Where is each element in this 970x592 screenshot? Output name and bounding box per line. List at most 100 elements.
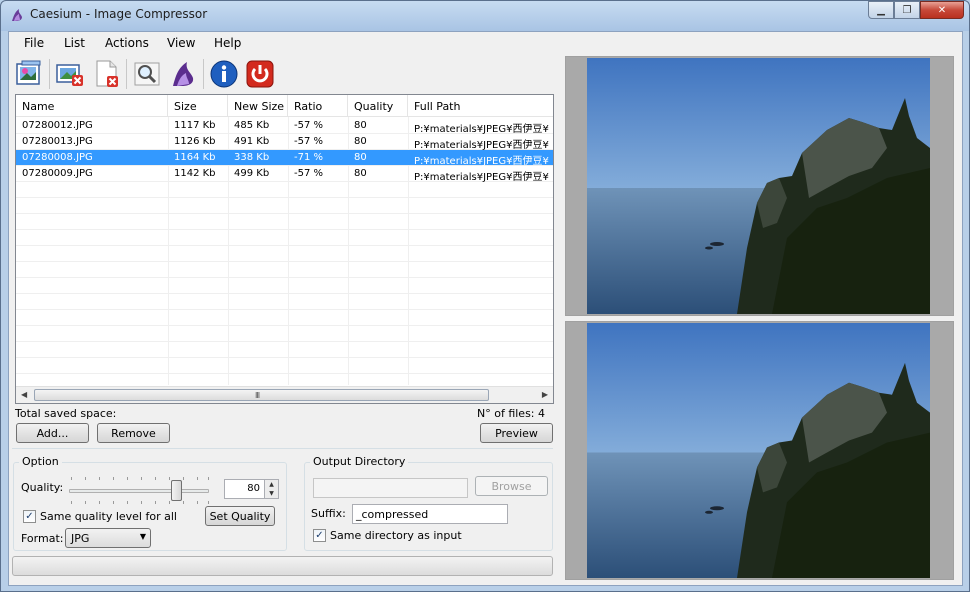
column-name[interactable]: Name: [16, 95, 168, 117]
maximize-button[interactable]: ❐: [894, 1, 920, 19]
compress-button[interactable]: [165, 57, 201, 91]
format-value: JPG: [71, 532, 90, 545]
restore-icon: ❐: [902, 4, 912, 16]
table-row[interactable]: 07280009.JPG 1142 Kb 499 Kb -57 % 80 P:¥…: [16, 166, 553, 182]
cell-path: P:¥materials¥JPEG¥西伊豆¥: [414, 124, 549, 134]
cell-size: 1164 Kb: [174, 152, 216, 163]
output-directory-field[interactable]: [313, 478, 468, 498]
spin-down-icon[interactable]: ▼: [265, 489, 278, 498]
cell-new-size: 485 Kb: [234, 120, 270, 131]
about-info-icon: [210, 60, 238, 88]
menu-list[interactable]: List: [64, 36, 85, 50]
column-size[interactable]: Size: [168, 95, 228, 117]
quality-label: Quality:: [21, 481, 64, 494]
original-preview-panel: [565, 56, 954, 316]
cell-quality: 80: [354, 120, 367, 131]
list-header: Name Size New Size Ratio Quality Full Pa…: [16, 95, 553, 117]
quality-spinner[interactable]: 80 ▲ ▼: [224, 479, 279, 499]
app-window: Caesium - Image Compressor ▁ ❐ ✕ File Li…: [0, 0, 970, 592]
menu-bar: File List Actions View Help: [9, 32, 962, 54]
original-image-preview: [587, 58, 930, 314]
minimize-icon: ▁: [877, 4, 885, 16]
open-images-icon: [16, 60, 41, 85]
preview-button[interactable]: Preview: [480, 423, 553, 443]
cell-quality: 80: [354, 136, 367, 147]
set-quality-button[interactable]: Set Quality: [205, 506, 275, 526]
scrollbar-thumb[interactable]: III: [34, 389, 489, 401]
remove-item-button[interactable]: [52, 57, 88, 91]
scroll-left-icon[interactable]: ◀: [21, 390, 27, 399]
add-button[interactable]: Add...: [16, 423, 89, 443]
compress-icon: [173, 62, 194, 86]
cell-new-size: 338 Kb: [234, 152, 270, 163]
chevron-down-icon: ▼: [139, 532, 146, 541]
preview-magnifier-button[interactable]: [129, 57, 165, 91]
compressed-image-preview: [587, 323, 930, 578]
menu-view[interactable]: View: [167, 36, 195, 50]
column-full-path[interactable]: Full Path: [408, 95, 553, 117]
table-row-selected[interactable]: 07280008.JPG 1164 Kb 338 Kb -71 % 80 P:¥…: [16, 150, 553, 166]
cell-size: 1126 Kb: [174, 136, 216, 147]
table-row[interactable]: 07280013.JPG 1126 Kb 491 Kb -57 % 80 P:¥…: [16, 134, 553, 150]
cell-quality: 80: [354, 152, 367, 163]
preview-magnifier-icon: [134, 62, 160, 86]
browse-button[interactable]: Browse: [475, 476, 548, 496]
clear-list-button[interactable]: [88, 57, 124, 91]
option-group-title: Option: [19, 455, 62, 468]
cell-ratio: -71 %: [294, 152, 324, 163]
cell-size: 1117 Kb: [174, 120, 216, 131]
client-area: File List Actions View Help Name Size Ne…: [8, 31, 963, 586]
suffix-field[interactable]: _compressed: [352, 504, 508, 524]
cell-name: 07280012.JPG: [22, 120, 93, 131]
cell-new-size: 491 Kb: [234, 136, 270, 147]
table-row[interactable]: 07280012.JPG 1117 Kb 485 Kb -57 % 80 P:¥…: [16, 118, 553, 134]
close-button[interactable]: ✕: [920, 1, 964, 19]
same-quality-checkbox[interactable]: ✓: [23, 510, 36, 523]
column-quality[interactable]: Quality: [348, 95, 408, 117]
menu-help[interactable]: Help: [214, 36, 241, 50]
remove-button[interactable]: Remove: [97, 423, 170, 443]
file-list[interactable]: Name Size New Size Ratio Quality Full Pa…: [15, 94, 554, 404]
cell-quality: 80: [354, 168, 367, 179]
menu-file[interactable]: File: [24, 36, 44, 50]
window-title: Caesium - Image Compressor: [30, 7, 208, 21]
exit-power-icon: [246, 60, 274, 88]
scroll-right-icon[interactable]: ▶: [542, 390, 548, 399]
same-quality-label: Same quality level for all: [40, 510, 177, 523]
about-info-button[interactable]: [206, 57, 242, 91]
remove-item-icon: [56, 64, 83, 86]
menu-actions[interactable]: Actions: [105, 36, 149, 50]
cell-size: 1142 Kb: [174, 168, 216, 179]
cell-ratio: -57 %: [294, 120, 324, 131]
cell-name: 07280009.JPG: [22, 168, 93, 179]
close-icon: ✕: [937, 4, 947, 16]
total-saved-label: Total saved space:: [15, 407, 117, 420]
files-count-label: N° of files: 4: [477, 407, 546, 420]
format-label: Format:: [21, 532, 64, 545]
same-directory-checkbox[interactable]: ✓: [313, 529, 326, 542]
output-directory-group: Output Directory Browse Suffix: _compres…: [304, 455, 553, 551]
cell-new-size: 499 Kb: [234, 168, 270, 179]
spin-up-icon[interactable]: ▲: [265, 480, 278, 489]
cell-path: P:¥materials¥JPEG¥西伊豆¥: [414, 172, 549, 182]
title-bar[interactable]: Caesium - Image Compressor ▁ ❐ ✕: [1, 1, 969, 31]
column-ratio[interactable]: Ratio: [288, 95, 348, 117]
cell-ratio: -57 %: [294, 168, 324, 179]
same-directory-label: Same directory as input: [330, 529, 462, 542]
caesium-app-icon: [12, 9, 22, 21]
quality-slider-thumb[interactable]: [171, 480, 182, 501]
cell-ratio: -57 %: [294, 136, 324, 147]
open-images-button[interactable]: [11, 57, 47, 91]
grip-icon: III: [255, 391, 260, 400]
minimize-button[interactable]: ▁: [868, 1, 894, 19]
exit-power-button[interactable]: [242, 57, 278, 91]
horizontal-scrollbar[interactable]: ◀ III ▶: [16, 386, 553, 403]
toolbar: [11, 56, 278, 92]
column-new-size[interactable]: New Size: [228, 95, 288, 117]
quality-slider-track[interactable]: [69, 489, 209, 493]
cell-path: P:¥materials¥JPEG¥西伊豆¥: [414, 140, 549, 150]
suffix-label: Suffix:: [311, 507, 346, 520]
option-group: Option Quality: 80 ▲ ▼ ✓ Same quality le…: [13, 455, 287, 551]
format-select[interactable]: JPG ▼: [65, 528, 151, 548]
cell-path: P:¥materials¥JPEG¥西伊豆¥: [414, 156, 549, 166]
